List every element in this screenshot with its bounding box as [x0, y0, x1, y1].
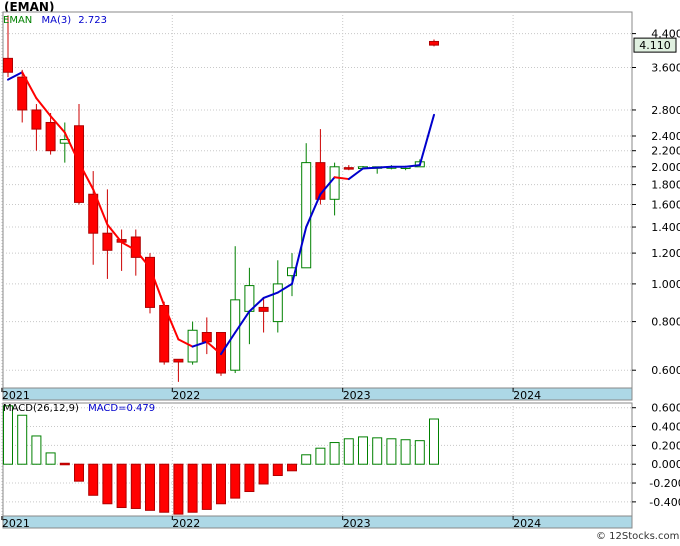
year-label: 2021	[2, 517, 30, 530]
macd-bar	[31, 435, 42, 465]
legend-macd-value: 0.479	[126, 403, 156, 414]
macd-bar	[372, 437, 383, 465]
legend-series-name: EMAN	[3, 15, 33, 26]
candle-body	[173, 358, 184, 363]
candle-body	[429, 40, 439, 46]
year-label: 2024	[513, 389, 541, 402]
price-tick-label: 2.800	[651, 104, 680, 117]
candle-body	[329, 166, 340, 200]
price-tick-label: 0.600	[651, 364, 680, 377]
macd-bar	[343, 438, 354, 465]
macd-bar	[301, 454, 312, 465]
macd-bar	[74, 463, 84, 482]
macd-bar	[400, 439, 411, 465]
macd-tick-label: 0.400	[651, 421, 680, 434]
macd-bar	[329, 442, 340, 465]
macd-bar	[216, 463, 226, 505]
macd-legend: MACD(26,12,9) MACD=0.479	[3, 403, 156, 414]
price-candle	[145, 253, 155, 314]
macd-bar	[258, 463, 269, 485]
price-tick-label: 1.200	[651, 247, 680, 260]
stock-chart: 0.600 0.800 1.000 1.200 1.400 1.600 1.800 2.000…	[1, 11, 680, 530]
year-label: 2022	[172, 389, 200, 402]
macd-tick-label: -0.200	[649, 477, 680, 490]
macd-tick-label: 0.600	[651, 402, 680, 415]
year-label: 2021	[2, 389, 30, 402]
macd-bar	[3, 405, 13, 465]
candle-body	[258, 306, 269, 312]
candle-body	[201, 332, 212, 343]
macd-bar	[230, 463, 241, 499]
macd-bar	[244, 463, 255, 493]
macd-bar	[116, 463, 127, 509]
year-label: 2024	[513, 517, 541, 530]
macd-axis: 0.600 0.400 0.200 0.000 -0.200 -0.400	[632, 402, 680, 509]
macd-tick-label: -0.400	[649, 496, 680, 509]
macd-bar	[201, 463, 212, 510]
legend-ma-value: 2.723	[78, 15, 107, 26]
ma-segment	[376, 165, 393, 169]
price-tick-label: 0.800	[651, 316, 680, 329]
price-year-axis: 2021 2022 2023 2024	[1, 387, 633, 402]
price-tick-label: 2.400	[651, 130, 680, 143]
candle-body	[301, 162, 312, 269]
macd-bar	[130, 463, 141, 509]
price-tick-label: 1.600	[651, 198, 680, 211]
macd-bar	[187, 463, 198, 513]
candle-body	[3, 57, 13, 73]
candle-body	[17, 76, 28, 111]
price-tick-label: 3.600	[651, 61, 680, 74]
macd-tick-label: 0.000	[651, 458, 680, 471]
legend-macd-label: MACD(26,12,9)	[3, 403, 79, 414]
ma-segment	[362, 166, 379, 170]
macd-bar	[414, 440, 425, 465]
macd-bar	[88, 463, 99, 496]
macd-bar	[159, 463, 170, 513]
price-axis: 0.600 0.800 1.000 1.200 1.400 1.600 1.800 2.000…	[632, 28, 680, 377]
badge-value: 4.110	[639, 39, 671, 52]
price-tick-label: 2.200	[651, 145, 680, 158]
candle-body	[88, 193, 99, 234]
macd-bar	[145, 463, 155, 511]
watermark: © 12Stocks.com	[596, 531, 680, 542]
year-label: 2023	[343, 389, 371, 402]
candle-body	[45, 121, 56, 152]
price-tick-label: 2.000	[651, 161, 680, 174]
price-tick-label: 1.000	[651, 278, 680, 291]
legend-ma-label: MA(3)	[41, 15, 72, 26]
candle-body	[343, 167, 354, 170]
candle-body	[230, 299, 241, 371]
macd-bar	[59, 462, 70, 466]
macd-bar	[386, 438, 397, 465]
macd-year-axis: 2021 2022 2023 2024	[1, 515, 633, 530]
candle-body	[102, 232, 113, 251]
macd-tick-label: 0.200	[651, 439, 680, 452]
legend-macd-name: MACD	[88, 403, 119, 414]
year-label: 2022	[172, 517, 200, 530]
macd-bar	[272, 463, 283, 477]
year-label: 2023	[343, 517, 371, 530]
macd-bar	[315, 447, 326, 465]
macd-bar	[45, 452, 56, 465]
candle-body	[31, 109, 42, 130]
macd-bar	[358, 436, 368, 465]
macd-bar	[287, 463, 297, 472]
price-tick-label: 1.800	[651, 179, 680, 192]
macd-bar	[17, 414, 28, 465]
macd-bar	[429, 418, 439, 465]
price-tick-label: 1.400	[651, 221, 680, 234]
macd-bar	[173, 463, 184, 515]
price-legend: EMAN MA(3) 2.723	[3, 15, 107, 26]
last-price-badge: 4.110	[633, 37, 677, 53]
macd-bar	[102, 463, 113, 505]
